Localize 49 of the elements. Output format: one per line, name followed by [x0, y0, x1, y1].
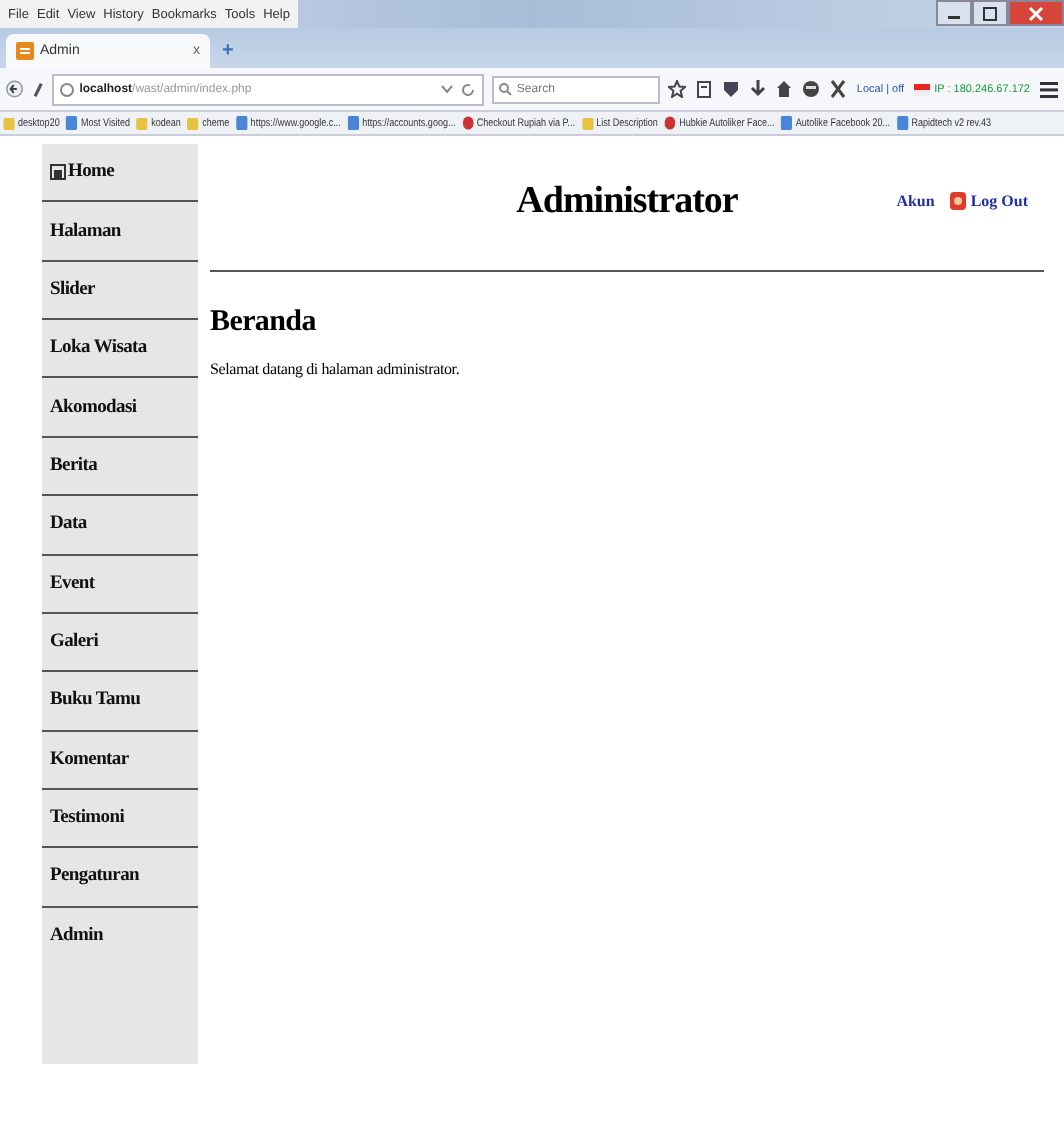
sidebar-item[interactable]: Halaman [42, 202, 198, 262]
dot-icon [664, 116, 676, 130]
folder-icon [581, 116, 593, 130]
page-icon [16, 42, 34, 60]
folder-icon [136, 116, 148, 130]
page-icon [347, 116, 359, 130]
shield-icon[interactable] [722, 80, 741, 98]
page-icon [66, 116, 78, 130]
dropdown-icon[interactable] [440, 82, 455, 96]
sidebar-item[interactable]: Pengaturan [42, 848, 198, 908]
page-icon [781, 116, 793, 130]
page-icon [235, 116, 248, 130]
close-icon [1028, 5, 1044, 21]
menu-icon[interactable] [1040, 81, 1058, 97]
section-heading: Beranda [210, 306, 318, 340]
sidebar-item[interactable]: Komentar [42, 731, 198, 790]
folder-icon [3, 116, 15, 130]
x-icon[interactable] [830, 80, 847, 98]
info-icon [59, 81, 74, 97]
sidebar-item[interactable]: Galeri [42, 613, 198, 673]
sidebar-item[interactable]: Loka Wisata [42, 320, 198, 379]
maximize-icon [982, 5, 998, 21]
sidebar-item[interactable]: Buku Tamu [42, 672, 198, 732]
sidebar-item[interactable]: Akomodasi [42, 378, 198, 438]
sidebar-item[interactable]: Event [42, 555, 198, 614]
clipboard-icon[interactable] [696, 80, 713, 98]
sidebar-item[interactable]: Data [42, 496, 198, 556]
sidebar-item[interactable]: Admin [42, 907, 198, 965]
home-icon[interactable] [776, 80, 793, 98]
search-icon [498, 82, 513, 96]
minimize-button[interactable] [936, 0, 972, 26]
page-title: Administrator [516, 180, 738, 224]
back-icon[interactable] [6, 78, 23, 100]
maximize-button[interactable] [972, 0, 1008, 26]
sidebar-item[interactable]: Slider [42, 261, 198, 321]
star-icon[interactable] [668, 80, 687, 98]
welcome-text: Selamat datang di halaman administrator. [210, 360, 462, 378]
reload-icon[interactable] [460, 81, 477, 97]
download-icon[interactable] [750, 80, 767, 98]
folder-icon [187, 116, 199, 130]
header-link[interactable]: Log Out [950, 192, 1028, 210]
sidebar-item[interactable]: Testimoni [42, 789, 198, 849]
sidebar-item[interactable]: Berita [42, 437, 198, 497]
header-link[interactable]: Akun [896, 192, 935, 210]
page-icon [896, 116, 909, 130]
dot-icon [462, 116, 474, 130]
close-button[interactable] [1008, 0, 1064, 26]
sidebar-item[interactable]: Home [42, 144, 198, 203]
flag-icon [914, 83, 931, 95]
